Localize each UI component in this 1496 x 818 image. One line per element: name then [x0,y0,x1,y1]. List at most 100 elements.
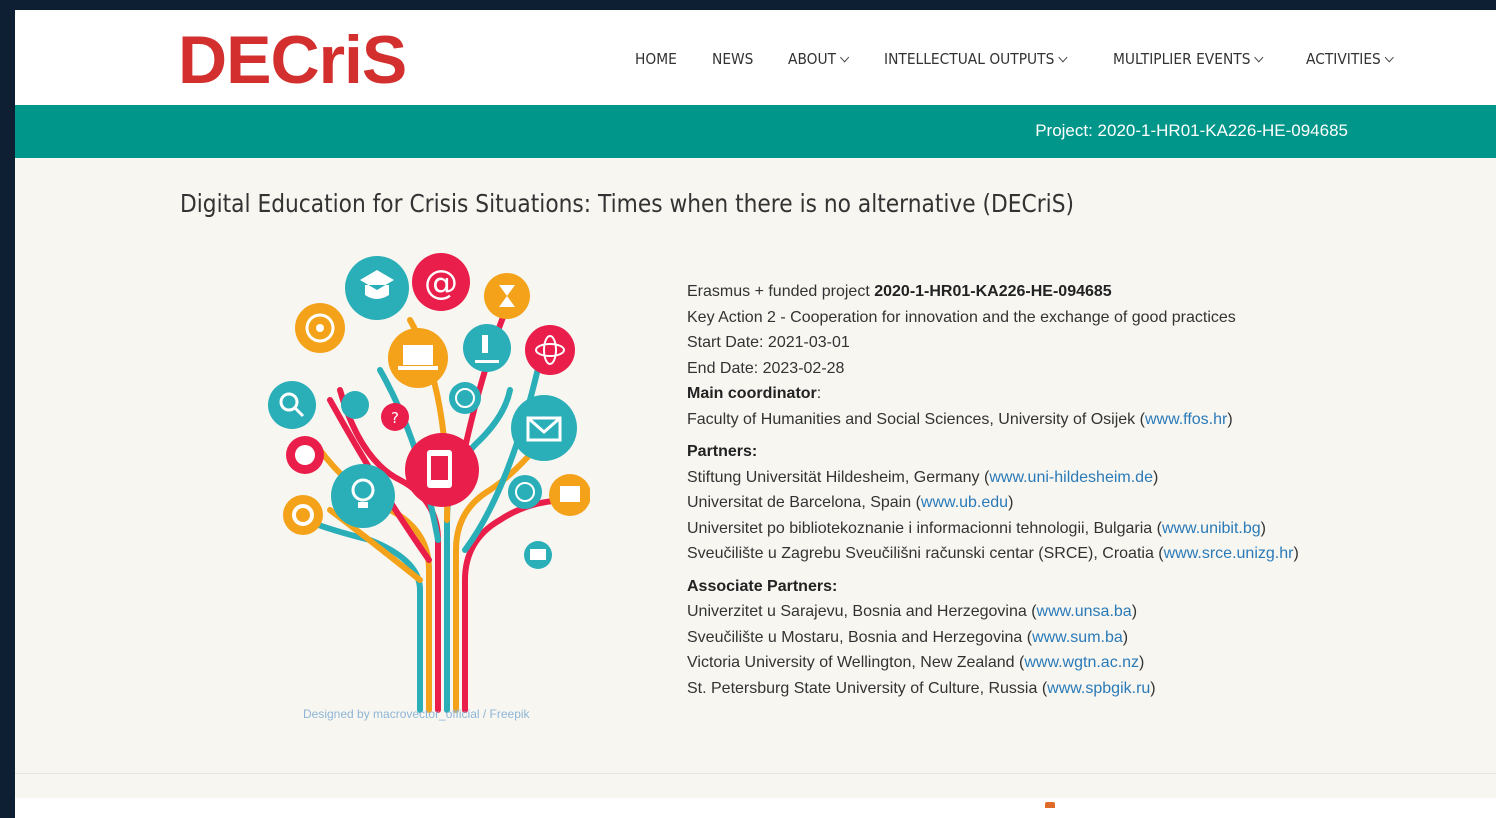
hourglass-icon [484,273,530,319]
nav-home-label: HOME [635,50,677,68]
chevron-down-icon [1254,52,1264,62]
close-paren: ) [1293,545,1299,562]
target-icon [295,303,345,353]
associate-name: St. Petersburg State University of Cultu… [687,679,1048,697]
footer [15,798,1496,818]
tablet-icon [405,433,479,507]
associates-heading: Associate Partners: [687,577,838,595]
nav-home[interactable]: HOME [635,50,677,68]
close-paren: ) [1008,494,1014,511]
coordinator-heading-line: Main coordinator: [687,381,1299,407]
partners-heading: Partners: [687,443,758,460]
partner-item: Universitet po bibliotekoznanie i inform… [687,516,1299,542]
project-code-label: Project: 2020-1-HR01-KA226-HE-094685 [1035,121,1348,140]
logo-part2: riS [318,22,408,98]
envelope-icon [511,395,577,461]
nav-about-label: ABOUT [787,50,836,68]
associate-link[interactable]: www.spbgik.ru [1047,680,1150,697]
partner-link[interactable]: www.srce.unizg.hr [1164,545,1294,562]
chevron-down-icon [1385,52,1395,62]
close-paren: ) [1227,410,1233,428]
partner-link[interactable]: www.unibit.bg [1162,520,1261,537]
atom-icon [525,325,575,375]
associate-name: Univerzitet u Sarajevu, Bosnia and Herze… [687,603,1037,620]
partner-name: Universitet po bibliotekoznanie i inform… [687,519,1162,537]
footer-logo-fragment [1045,802,1055,808]
erasmus-prefix: Erasmus + funded project [687,283,875,300]
site-header: DECriS HOME NEWS ABOUT INTELLECTUAL OUTP… [15,10,1496,105]
image-credit: Designed by macrovector_official / Freep… [303,707,530,721]
email-at-icon: @ [412,253,470,311]
chevron-down-icon [839,52,849,62]
associate-link[interactable]: www.wgtn.ac.nz [1024,654,1139,671]
partner-name: Universitat de Barcelona, Spain ( [687,494,921,511]
coordinator-colon: : [816,385,822,402]
close-paren: ) [1152,468,1159,486]
nav-news-label: NEWS [711,50,753,68]
key-action: Key Action 2 - Cooperation for innovatio… [687,308,1236,326]
microscope-icon [463,324,511,372]
close-paren: ) [1139,654,1145,671]
idea-icon [331,464,395,528]
close-paren: ) [1260,519,1266,537]
partners-section: Partners: Stiftung Universität Hildeshei… [687,439,1299,567]
nav-multiplier-events-label: MULTIPLIER EVENTS [1112,50,1251,68]
associate-name: Sveučilište u Mostaru, Bosnia and Herzeg… [687,628,1033,646]
partner-item: Sveučilište u Zagrebu Sveučilišni računs… [687,541,1299,567]
world-icon [286,436,324,474]
close-paren: ) [1122,628,1129,646]
nav-intellectual-outputs[interactable]: INTELLECTUAL OUTPUTS [883,50,1068,68]
erasmus-line: Erasmus + funded project 2020-1-HR01-KA2… [687,279,1299,305]
project-code: 2020-1-HR01-KA226-HE-094685 [874,283,1112,300]
tree-illustration: @ ? [268,253,590,713]
logo-part1: DEC [178,22,320,98]
project-info: Erasmus + funded project 2020-1-HR01-KA2… [687,279,1299,701]
associate-item: Univerzitet u Sarajevu, Bosnia and Herze… [687,599,1299,625]
nav-multiplier-events[interactable]: MULTIPLIER EVENTS [1112,50,1264,68]
building-icon [549,474,590,516]
graduation-icon [345,256,409,320]
partner-link[interactable]: www.uni-hildesheim.de [989,469,1153,486]
partner-name: Sveučilište u Zagrebu Sveučilišni računs… [687,545,1164,562]
question-icon: ? [381,403,409,431]
laptop-icon [388,328,448,388]
gear-icon [283,495,323,535]
nav-activities[interactable]: ACTIVITIES [1306,50,1395,68]
svg-text:@: @ [424,263,458,303]
search-icon [268,381,316,429]
site-logo[interactable]: DECriS [178,26,407,94]
coordinator-name: Faculty of Humanities and Social Science… [687,410,1145,428]
associates-section: Associate Partners: Univerzitet u Saraje… [687,574,1299,702]
svg-text:?: ? [391,409,399,427]
associate-item: Victoria University of Wellington, New Z… [687,650,1299,676]
start-date: Start Date: 2021-03-01 [687,334,850,351]
close-paren: ) [1150,679,1156,697]
footer-divider [15,773,1496,774]
partner-link[interactable]: www.ub.edu [921,494,1008,511]
globe-icon [449,382,481,414]
associate-name: Victoria University of Wellington, New Z… [687,654,1025,671]
page-title: Digital Education for Crisis Situations:… [180,189,1074,218]
end-date: End Date: 2023-02-28 [687,359,845,377]
associate-item: St. Petersburg State University of Cultu… [687,676,1299,702]
page-frame: DECriS HOME NEWS ABOUT INTELLECTUAL OUTP… [15,10,1496,818]
chevron-down-icon [1058,52,1068,62]
close-paren: ) [1131,603,1138,620]
partner-name: Stiftung Universität Hildesheim, Germany… [687,468,990,486]
nav-activities-label: ACTIVITIES [1306,50,1382,68]
coordinator-line: Faculty of Humanities and Social Science… [687,407,1299,433]
dna-icon [341,391,369,419]
partner-item: Universitat de Barcelona, Spain (www.ub.… [687,490,1299,516]
clock-icon [508,475,542,509]
coordinator-heading: Main coordinator [687,385,817,402]
coordinator-link[interactable]: www.ffos.hr [1145,411,1227,428]
mail-icon [524,541,552,569]
nav-intellectual-outputs-label: INTELLECTUAL OUTPUTS [883,50,1055,68]
partner-item: Stiftung Universität Hildesheim, Germany… [687,465,1299,491]
associate-link[interactable]: www.unsa.ba [1037,603,1132,620]
nav-news[interactable]: NEWS [712,50,753,68]
project-band: Project: 2020-1-HR01-KA226-HE-094685 [15,105,1496,158]
associate-link[interactable]: www.sum.ba [1032,629,1123,646]
nav-about[interactable]: ABOUT [787,50,849,68]
associate-item: Sveučilište u Mostaru, Bosnia and Herzeg… [687,625,1299,651]
